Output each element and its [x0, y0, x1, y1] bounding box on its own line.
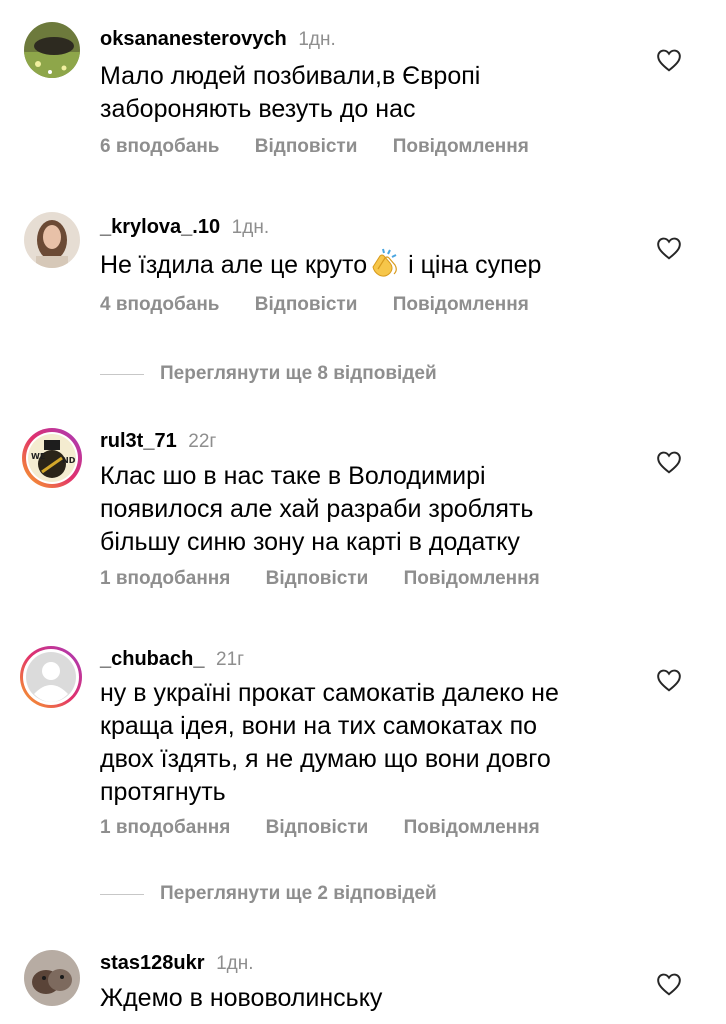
likes-count[interactable]: 4 вподобань	[100, 294, 219, 315]
likes-count[interactable]: 1 вподобання	[100, 817, 230, 838]
comment-actions: 6 вподобань Відповісти Повідомлення	[100, 136, 559, 158]
svg-text:ND: ND	[62, 456, 76, 465]
heart-outline-icon[interactable]	[656, 668, 682, 692]
report-button[interactable]: Повідомлення	[404, 817, 540, 838]
report-button[interactable]: Повідомлення	[404, 568, 540, 589]
comment-text: Клас шо в нас таке в Володимирі появилос…	[100, 460, 630, 559]
username[interactable]: _chubach_	[100, 648, 204, 670]
reply-button[interactable]: Відповісти	[255, 136, 358, 157]
likes-count[interactable]: 1 вподобання	[100, 568, 230, 589]
comment-text: Ждемо в нововолинську	[100, 982, 630, 1015]
comment-text-line: протягнуть	[100, 778, 226, 806]
heart-outline-icon[interactable]	[656, 48, 682, 72]
clapping-hands-icon	[372, 248, 397, 277]
comment-header: _chubach_ 21г	[100, 648, 244, 671]
comment-actions: 4 вподобань Відповісти Повідомлення	[100, 294, 559, 316]
comment-text-line: краща ідея, вони на тих самокатах по	[100, 712, 538, 740]
comment-text-line: появилося але хай разраби зроблять	[100, 495, 534, 523]
comment-actions: 1 вподобання Відповісти Повідомлення	[100, 817, 570, 839]
comment-text-line: Ждемо в нововолинську	[100, 984, 383, 1012]
comment-header: oksananesterovych 1дн.	[100, 28, 336, 51]
reply-button[interactable]: Відповісти	[266, 568, 369, 589]
comment-text-line: двох їздять, я не думаю що вони довго	[100, 745, 551, 773]
likes-count[interactable]: 6 вподобань	[100, 136, 219, 157]
comment-text-part: Не їздила але це круто	[100, 251, 368, 279]
comment-actions: 1 вподобання Відповісти Повідомлення	[100, 568, 570, 590]
timestamp: 1дн.	[298, 29, 336, 50]
comment-text-line: Клас шо в нас таке в Володимирі	[100, 462, 486, 490]
divider	[100, 893, 144, 895]
divider	[100, 373, 144, 375]
view-replies-button[interactable]: Переглянути ще 2 відповідей	[100, 883, 437, 905]
svg-text:WE: WE	[31, 452, 45, 461]
reply-button[interactable]: Відповісти	[255, 294, 358, 315]
avatar[interactable]	[24, 212, 80, 268]
comment-text-line: більшу синю зону на карті в додатку	[100, 528, 520, 556]
view-replies-button[interactable]: Переглянути ще 8 відповідей	[100, 363, 437, 385]
report-button[interactable]: Повідомлення	[393, 136, 529, 157]
comment-text-line: ну в україні прокат самокатів далеко не	[100, 679, 559, 707]
username[interactable]: stas128ukr	[100, 952, 205, 974]
heart-outline-icon[interactable]	[656, 236, 682, 260]
comment-header: rul3t_71 22г	[100, 430, 216, 453]
comment-header: _krylova_.10 1дн.	[100, 216, 269, 239]
view-replies-label: Переглянути ще 8 відповідей	[160, 363, 437, 384]
view-replies-label: Переглянути ще 2 відповідей	[160, 883, 437, 904]
comment-text: Не їздила але це круто і ціна супер	[100, 247, 630, 282]
comment-header: stas128ukr 1дн.	[100, 952, 254, 975]
timestamp: 1дн.	[231, 217, 270, 238]
comment-text: ну в україні прокат самокатів далеко не …	[100, 677, 630, 809]
comment-text: Мало людей позбивали,в Європі забороняют…	[100, 60, 630, 126]
username[interactable]: _krylova_.10	[100, 216, 220, 238]
timestamp: 21г	[216, 649, 245, 670]
avatar[interactable]	[20, 646, 82, 708]
heart-outline-icon[interactable]	[656, 450, 682, 474]
report-button[interactable]: Повідомлення	[393, 294, 529, 315]
comment-text-part: і ціна супер	[401, 251, 542, 279]
reply-button[interactable]: Відповісти	[266, 817, 369, 838]
avatar[interactable]: WE ND	[22, 428, 82, 488]
timestamp: 1дн.	[216, 953, 254, 974]
avatar[interactable]	[24, 950, 80, 1006]
username[interactable]: oksananesterovych	[100, 28, 287, 50]
username[interactable]: rul3t_71	[100, 430, 177, 452]
avatar[interactable]	[24, 22, 80, 78]
comment-text-line: забороняють везуть до нас	[100, 95, 416, 123]
comment-text-line: Мало людей позбивали,в Європі	[100, 62, 481, 90]
heart-outline-icon[interactable]	[656, 972, 682, 996]
timestamp: 22г	[188, 431, 217, 452]
